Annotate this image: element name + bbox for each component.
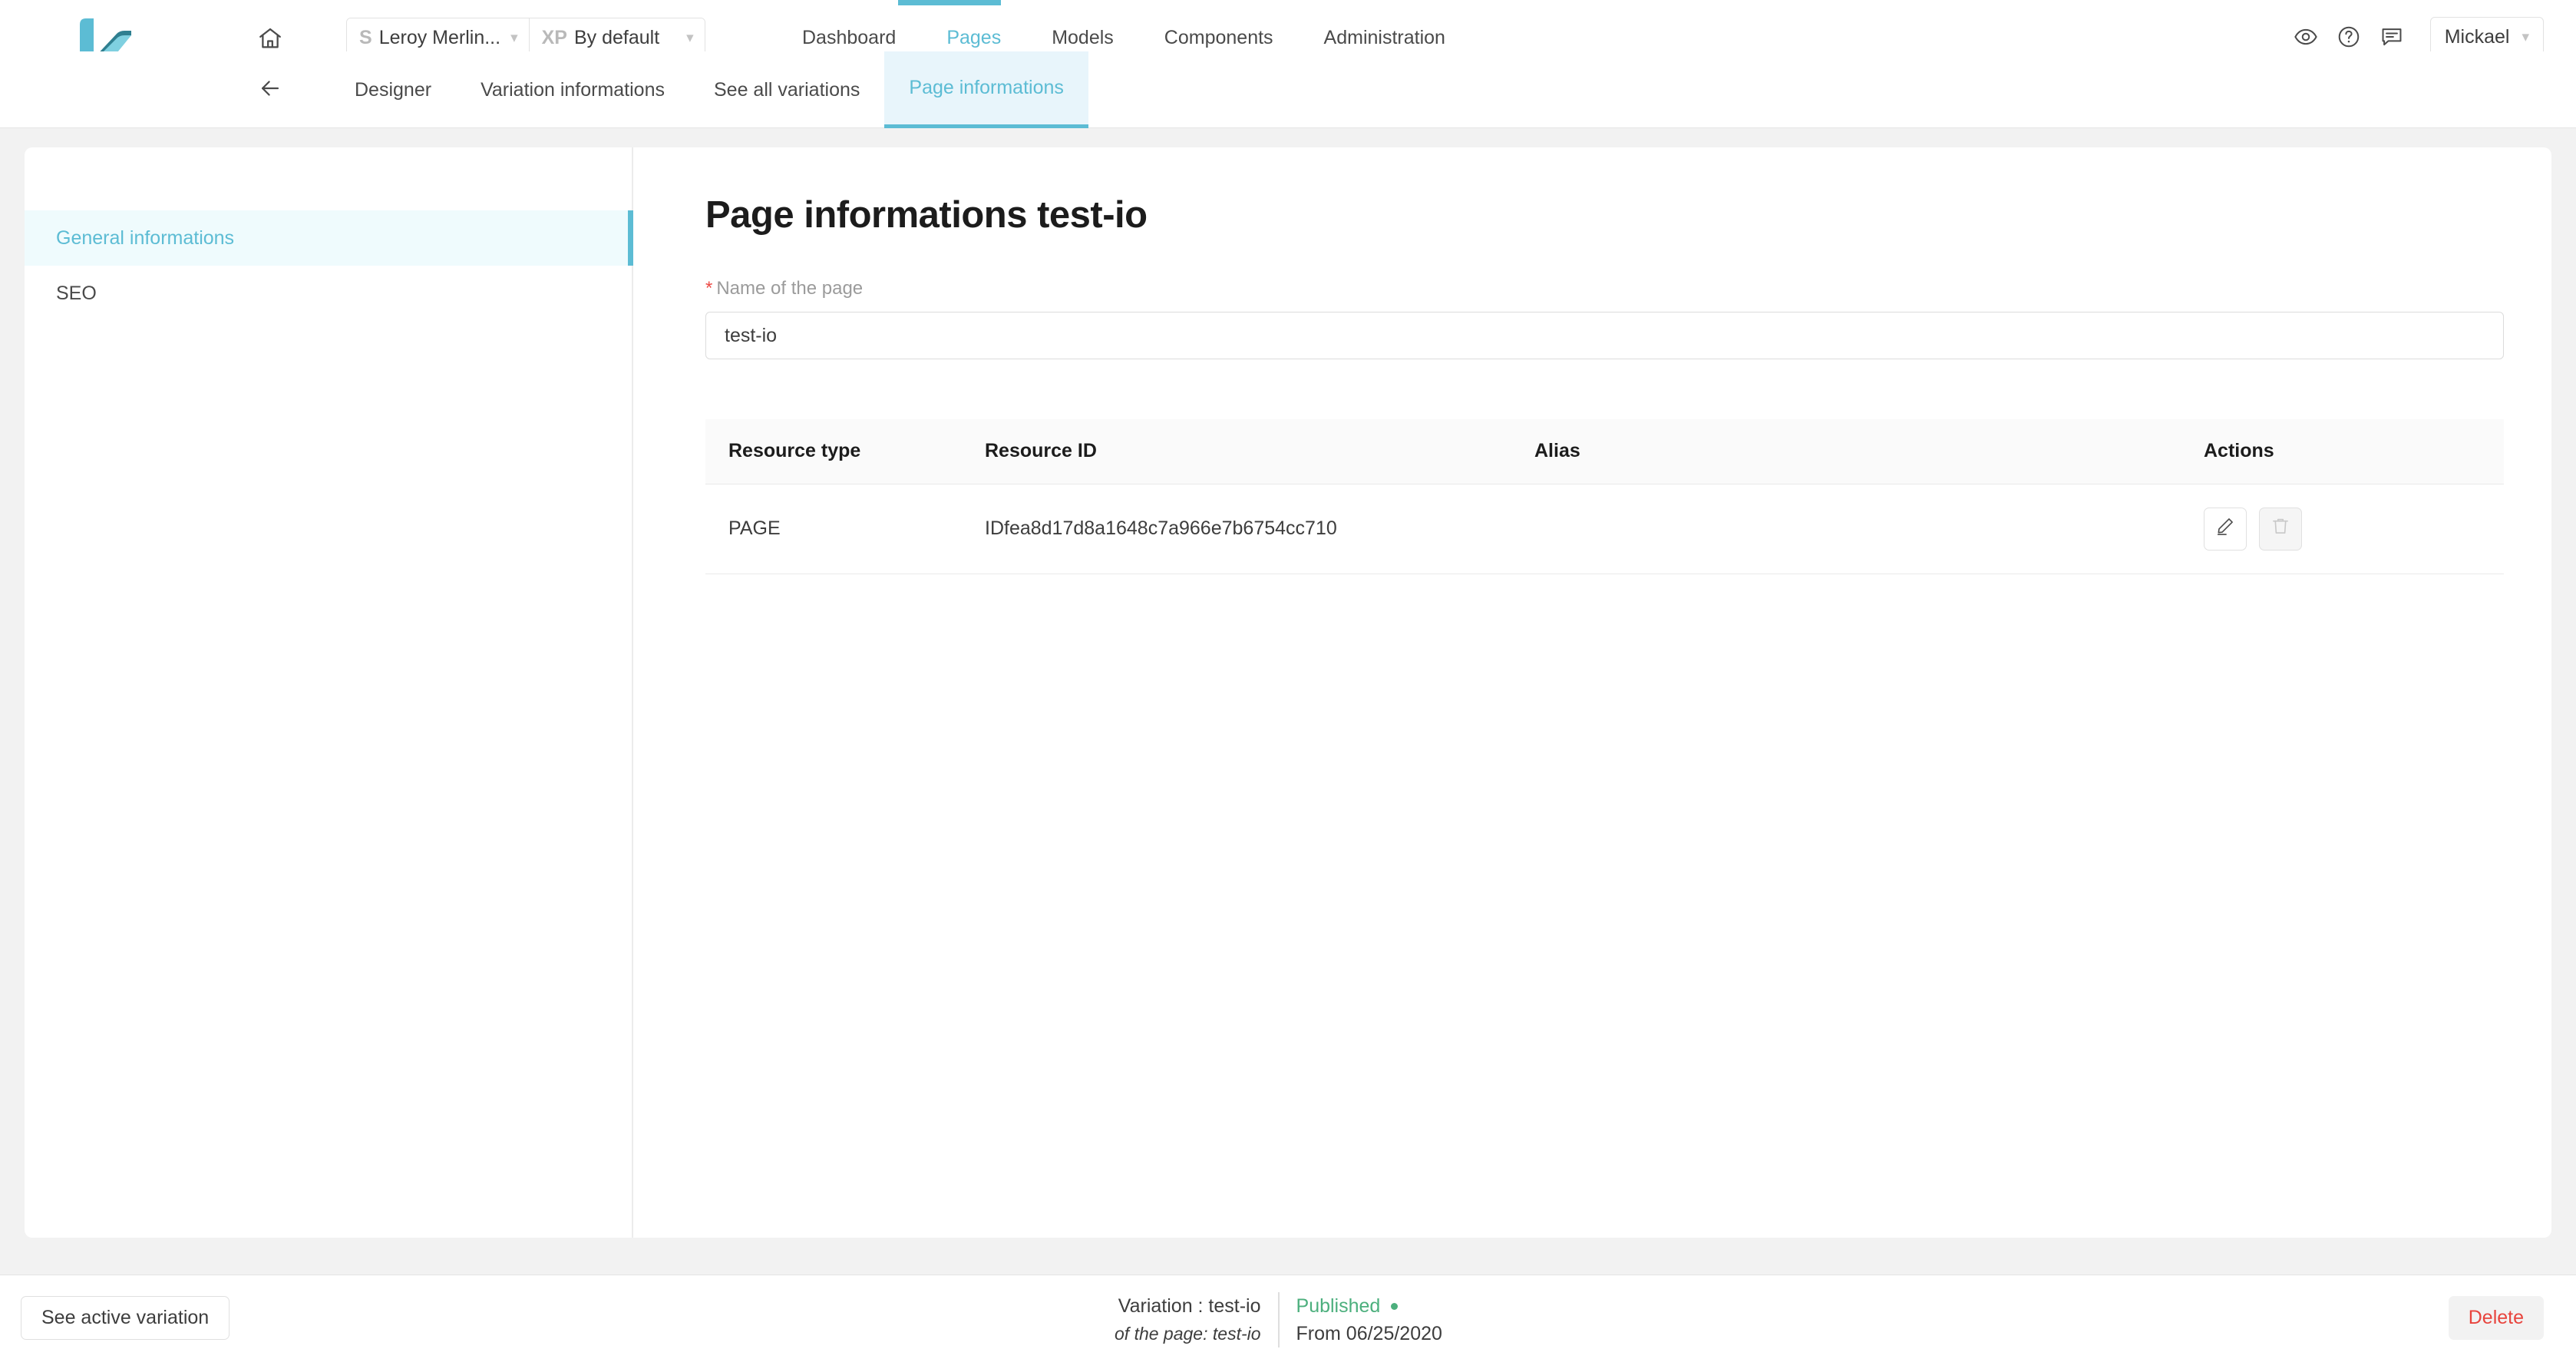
user-name: Mickael: [2444, 25, 2510, 48]
row-actions: [2204, 507, 2504, 551]
main-panel: Page informations test-io * Name of the p…: [633, 147, 2551, 1238]
tab-page-informations[interactable]: Page informations: [884, 51, 1088, 128]
resources-table-head: Resource type Resource ID Alias Actions: [705, 419, 2504, 484]
tab-see-all-variations[interactable]: See all variations: [689, 51, 884, 128]
trash-icon: [2271, 516, 2290, 541]
site-label: Leroy Merlin...: [378, 26, 501, 48]
secondary-nav: Designer Variation informations See all …: [0, 51, 2576, 128]
footer-variation-name: Variation : test-io: [1118, 1295, 1261, 1317]
chevron-down-icon: ▾: [510, 29, 518, 46]
footer-status: Variation : test-io of the page: test-io…: [1115, 1292, 1442, 1347]
site-prefix: S: [359, 26, 372, 48]
status-badge: Published: [1296, 1292, 1442, 1320]
status-dot-icon: [1391, 1302, 1399, 1310]
edit-icon: [2215, 516, 2235, 541]
tab-designer[interactable]: Designer: [330, 51, 456, 128]
footer-bar: See active variation Variation : test-io…: [0, 1275, 2576, 1359]
table-header-row: Resource type Resource ID Alias Actions: [705, 419, 2504, 484]
chevron-down-icon: ▾: [2522, 28, 2529, 45]
cell-alias: [1534, 484, 2185, 574]
cell-resource-id: IDfea8d17d8a1648c7a966e7b6754cc710: [985, 484, 1534, 574]
footer-page-name: of the page: test-io: [1115, 1324, 1261, 1344]
footer-publication-date: From 06/25/2020: [1296, 1323, 1442, 1344]
footer-variation-info: Variation : test-io of the page: test-io: [1115, 1292, 1278, 1347]
status-badge-label: Published: [1296, 1295, 1381, 1317]
delete-button[interactable]: Delete: [2448, 1296, 2544, 1340]
tab-variation-informations[interactable]: Variation informations: [456, 51, 689, 128]
content-card: General informations SEO Page informatio…: [25, 147, 2551, 1238]
column-header-resource-type: Resource type: [705, 419, 985, 484]
arrow-left-icon[interactable]: [253, 71, 287, 105]
footer-publication-info: Published From 06/25/2020: [1277, 1292, 1442, 1347]
cell-actions: [2185, 484, 2504, 574]
cell-resource-type: PAGE: [705, 484, 985, 574]
resources-table-body: PAGE IDfea8d17d8a1648c7a966e7b6754cc710: [705, 484, 2504, 574]
page-name-input[interactable]: [705, 312, 2504, 359]
column-header-alias: Alias: [1534, 419, 2185, 484]
sidebar-item-general-informations[interactable]: General informations: [25, 210, 633, 266]
settings-sidebar: General informations SEO: [25, 147, 633, 1238]
edit-row-button[interactable]: [2204, 507, 2247, 551]
chevron-down-icon: ▾: [686, 29, 694, 46]
delete-row-button: [2259, 507, 2302, 551]
secondary-nav-tabs: Designer Variation informations See all …: [330, 51, 1088, 128]
column-header-resource-id: Resource ID: [985, 419, 1534, 484]
page-title: Page informations test-io: [705, 194, 1148, 236]
table-row: PAGE IDfea8d17d8a1648c7a966e7b6754cc710: [705, 484, 2504, 574]
experience-prefix: XP: [541, 26, 567, 48]
experience-label: By default: [573, 26, 660, 48]
see-active-variation-button[interactable]: See active variation: [21, 1296, 230, 1340]
required-marker: *: [705, 278, 713, 299]
resources-table: Resource type Resource ID Alias Actions …: [705, 419, 2504, 574]
sidebar-item-seo[interactable]: SEO: [25, 266, 632, 321]
home-icon[interactable]: [253, 21, 287, 55]
column-header-actions: Actions: [2185, 419, 2504, 484]
name-field-label: * Name of the page: [705, 278, 2504, 299]
name-field-label-text: Name of the page: [716, 278, 864, 299]
